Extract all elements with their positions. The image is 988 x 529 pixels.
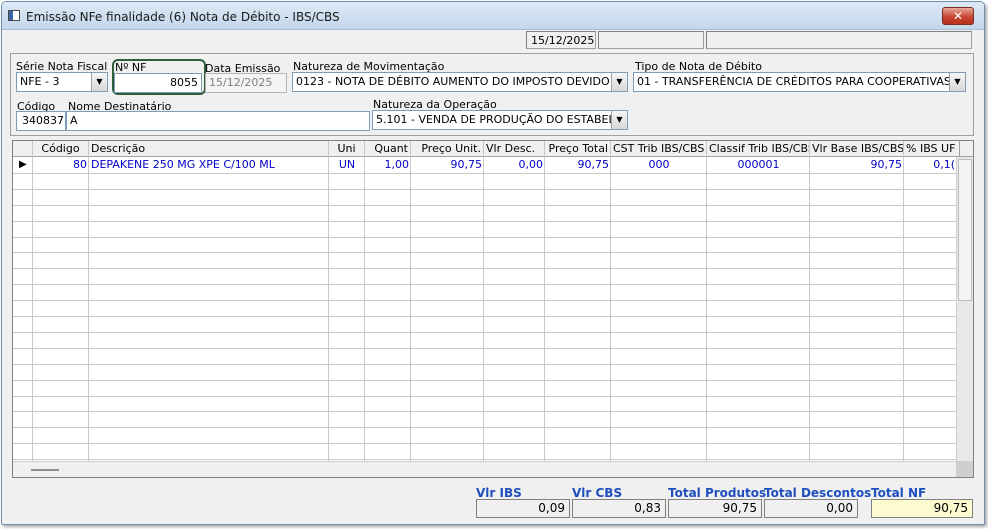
grid-col-line (903, 141, 904, 463)
codigo-input[interactable]: 340837 (16, 111, 66, 131)
grid-row-line (13, 300, 957, 301)
grid-header: Código Descrição Uni Quant Preço Unit. V… (13, 141, 973, 157)
vlr-ibs-label: Vlr IBS (476, 486, 522, 500)
nfe-window: Emissão NFe finalidade (6) Nota de Débit… (1, 1, 985, 525)
vertical-scroll-thumb[interactable] (958, 159, 972, 301)
grid-row-line (13, 380, 957, 381)
vlr-ibs-value: 0,09 (476, 499, 570, 518)
cell-preco-total[interactable]: 90,75 (545, 157, 611, 172)
natureza-movimentacao-select[interactable]: 0123 - NOTA DE DÉBITO AUMENTO DO IMPOSTO… (292, 72, 628, 92)
col-header-vlr-desc[interactable]: Vlr Desc. (484, 141, 545, 157)
total-descontos-value: 0,00 (764, 499, 858, 518)
cell-cst-trib[interactable]: 000 (611, 157, 707, 172)
col-header-codigo[interactable]: Código (33, 141, 89, 157)
col-header-uni[interactable]: Uni (329, 141, 365, 157)
grid-row-line (13, 316, 957, 317)
close-button[interactable]: ✕ (942, 7, 974, 25)
grid-row-line (13, 189, 957, 190)
total-nf-value: 90,75 (871, 499, 973, 518)
data-emissao-field: 15/12/2025 (205, 73, 287, 93)
natureza-operacao-select[interactable]: 5.101 - VENDA DE PRODUÇÃO DO ESTABELE ▼ (372, 110, 628, 130)
col-header-classif-trib[interactable]: Classif Trib IBS/CBS (707, 141, 810, 157)
status-box-3 (706, 31, 972, 49)
cell-vlr-desc[interactable]: 0,00 (484, 157, 545, 172)
cell-ibs-uf[interactable]: 0,1( (904, 157, 957, 172)
chevron-down-icon[interactable]: ▼ (949, 73, 965, 91)
grid-col-line (410, 141, 411, 463)
items-grid[interactable]: Código Descrição Uni Quant Preço Unit. V… (12, 140, 974, 478)
grid-row-line (13, 221, 957, 222)
cell-quant[interactable]: 1,00 (365, 157, 411, 172)
grid-col-line (483, 141, 484, 463)
natureza-movimentacao-value: 0123 - NOTA DE DÉBITO AUMENTO DO IMPOSTO… (296, 75, 610, 88)
window-title: Emissão NFe finalidade (6) Nota de Débit… (26, 10, 340, 24)
grid-row-line (13, 237, 957, 238)
grid-col-line (706, 141, 707, 463)
cell-descricao[interactable]: DEPAKENE 250 MG XPE C/100 ML (89, 157, 329, 172)
serie-select[interactable]: NFE - 3 ▼ (16, 72, 108, 92)
cell-codigo[interactable]: 80 (33, 157, 89, 172)
grid-row-line (13, 205, 957, 206)
grid-row-line (13, 284, 957, 285)
cell-uni[interactable]: UN (329, 157, 365, 172)
nome-destinatario-input[interactable]: A (66, 111, 370, 131)
grid-header-indicator (13, 141, 33, 157)
total-produtos-value: 90,75 (668, 499, 762, 518)
chevron-down-icon[interactable]: ▼ (91, 73, 107, 91)
grid-col-line (88, 141, 89, 463)
grid-row-line (13, 348, 957, 349)
grid-row-line (13, 364, 957, 365)
grid-row-line (13, 459, 957, 460)
grid-col-line (32, 141, 33, 463)
serie-value: NFE - 3 (20, 75, 60, 88)
cell-classif-trib[interactable]: 000001 (707, 157, 810, 172)
chevron-down-icon[interactable]: ▼ (611, 73, 627, 91)
cell-preco-unit[interactable]: 90,75 (411, 157, 484, 172)
col-header-quant[interactable]: Quant (365, 141, 411, 157)
col-header-preco-unit[interactable]: Preço Unit. (411, 141, 484, 157)
cell-vlr-base[interactable]: 90,75 (810, 157, 904, 172)
total-descontos-label: Total Descontos (764, 486, 872, 500)
col-header-ibs-uf[interactable]: % IBS UF (904, 141, 960, 157)
grid-row-line (13, 268, 957, 269)
col-header-cst-trib[interactable]: CST Trib IBS/CBS (611, 141, 707, 157)
chevron-down-icon[interactable]: ▼ (611, 111, 627, 129)
scrollbar-corner (956, 461, 973, 477)
tipo-nota-debito-select[interactable]: 01 - TRANSFERÊNCIA DE CRÉDITOS PARA COOP… (633, 72, 966, 92)
row-indicator-icon: ▶ (19, 159, 27, 170)
grid-row-line (13, 427, 957, 428)
col-header-descricao[interactable]: Descrição (89, 141, 329, 157)
vertical-scrollbar[interactable] (956, 157, 973, 463)
col-header-vlr-base[interactable]: Vlr Base IBS/CBS (810, 141, 904, 157)
grid-row-line (13, 396, 957, 397)
grid-row-line (13, 332, 957, 333)
grid-row-line (13, 443, 957, 444)
vlr-cbs-label: Vlr CBS (572, 486, 623, 500)
total-produtos-label: Total Produtos (668, 486, 767, 500)
col-header-preco-total[interactable]: Preço Total (545, 141, 611, 157)
status-date: 15/12/2025 (526, 31, 596, 49)
vlr-cbs-value: 0,83 (572, 499, 666, 518)
title-bar[interactable]: Emissão NFe finalidade (6) Nota de Débit… (2, 2, 984, 30)
grid-col-line (364, 141, 365, 463)
grid-col-line (809, 141, 810, 463)
grid-row-line (13, 411, 957, 412)
nf-number-input[interactable]: 8055 (114, 73, 202, 93)
app-window-icon[interactable] (8, 10, 20, 21)
grid-col-line (544, 141, 545, 463)
natureza-operacao-value: 5.101 - VENDA DE PRODUÇÃO DO ESTABELE (376, 113, 622, 126)
grid-col-line (328, 141, 329, 463)
horizontal-scrollbar[interactable] (13, 461, 973, 477)
tipo-nota-debito-value: 01 - TRANSFERÊNCIA DE CRÉDITOS PARA COOP… (637, 75, 951, 88)
horizontal-scroll-thumb[interactable] (31, 469, 59, 471)
status-box-2 (598, 31, 704, 49)
grid-row-line (13, 173, 957, 174)
total-nf-label: Total NF (871, 486, 927, 500)
grid-row-line (13, 252, 957, 253)
grid-col-line (610, 141, 611, 463)
